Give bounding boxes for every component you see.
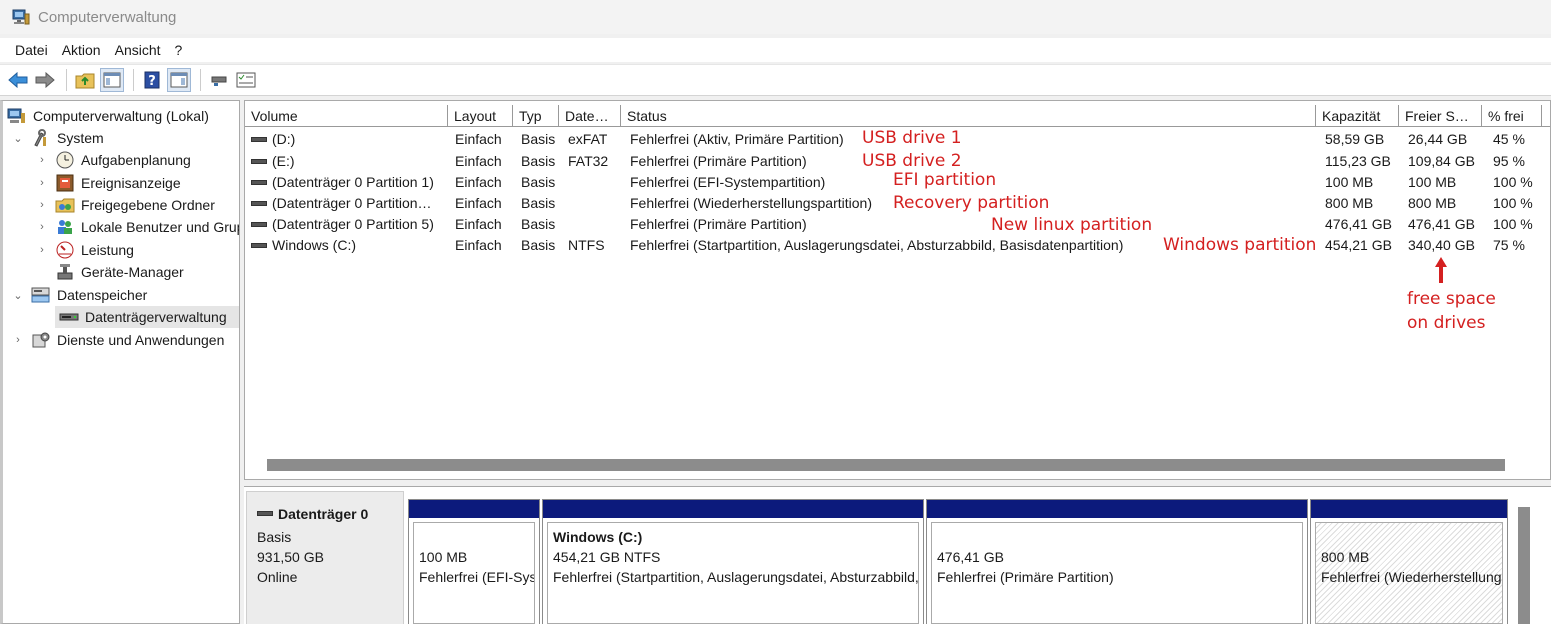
menu-ansicht[interactable]: Ansicht — [108, 42, 168, 58]
disk-state: Online — [257, 569, 298, 585]
chevron-right-icon[interactable]: › — [35, 154, 49, 166]
chevron-right-icon[interactable]: › — [35, 177, 49, 189]
toolbar: ? — [0, 64, 1551, 96]
computer-management-icon — [7, 107, 27, 125]
column-status[interactable]: Status — [621, 105, 1316, 127]
table-row[interactable]: Windows (C:) Einfach Basis NTFS Fehlerfr… — [245, 235, 1550, 256]
menu-help[interactable]: ? — [168, 42, 190, 58]
table-row[interactable]: (Datenträger 0 Partition 5) Einfach Basi… — [245, 214, 1550, 235]
device-manager-icon — [55, 263, 75, 281]
drive-icon — [251, 158, 267, 164]
disk-info-panel[interactable]: Datenträger 0 Basis 931,50 GB Online — [246, 491, 404, 624]
services-icon — [31, 331, 51, 349]
annotation-recovery-partition: Recovery partition — [893, 193, 1050, 213]
column-typ[interactable]: Typ — [513, 105, 559, 127]
annotation-free-space-line2: on drives — [1407, 313, 1486, 333]
shared-folder-icon — [55, 196, 75, 214]
disk-icon — [257, 510, 273, 516]
column-freier-speicher[interactable]: Freier S… — [1399, 105, 1482, 127]
annotation-windows-partition: Windows partition — [1163, 235, 1317, 255]
tree-item-aufgabenplanung[interactable]: › Aufgabenplanung — [35, 149, 191, 171]
computer-management-icon — [12, 9, 30, 25]
drive-icon — [251, 242, 267, 248]
tree-item-datentraegerverwaltung[interactable]: Datenträgerverwaltung — [55, 306, 239, 328]
disk-management-icon — [59, 308, 79, 326]
storage-icon — [31, 286, 51, 304]
tree-item-geraete-manager[interactable]: Geräte-Manager — [35, 261, 184, 283]
drive-icon — [251, 179, 267, 185]
annotation-free-space-line1: free space — [1407, 289, 1496, 309]
disk-type: Basis — [257, 529, 292, 545]
drive-icon — [251, 136, 267, 142]
chevron-down-icon[interactable]: ⌄ — [11, 132, 25, 145]
tree-item-system[interactable]: ⌄ System — [11, 127, 104, 149]
clock-icon — [55, 151, 75, 169]
partition-bar — [409, 500, 539, 518]
menu-aktion[interactable]: Aktion — [55, 42, 108, 58]
partition-efi[interactable]: 100 MB Fehlerfrei (EFI-Systempartition) — [408, 499, 540, 624]
column-prozent-frei[interactable]: % frei — [1482, 105, 1542, 127]
svg-text:?: ? — [148, 74, 156, 89]
column-layout[interactable]: Layout — [448, 105, 513, 127]
help-icon[interactable]: ? — [140, 68, 164, 92]
tree-item-freigegebene-ordner[interactable]: › Freigegebene Ordner — [35, 194, 215, 216]
annotation-linux-partition: New linux partition — [991, 215, 1153, 235]
chevron-right-icon[interactable]: › — [35, 244, 49, 256]
folder-up-icon[interactable] — [73, 68, 97, 92]
annotation-usb-drive-1: USB drive 1 — [862, 128, 962, 148]
tree-item-leistung[interactable]: › Leistung — [35, 239, 134, 261]
toolbar-separator — [200, 69, 201, 91]
system-tools-icon — [31, 129, 51, 147]
toolbar-separator — [66, 69, 67, 91]
chevron-right-icon[interactable]: › — [35, 199, 49, 211]
toolbar-separator — [133, 69, 134, 91]
vertical-scrollbar[interactable] — [1518, 507, 1530, 624]
action-pane-icon[interactable] — [167, 68, 191, 92]
tree-item-lokale-benutzer[interactable]: › Lokale Benutzer und Gruppen — [35, 216, 239, 238]
connect-icon[interactable] — [207, 68, 231, 92]
partition-bar — [1311, 500, 1507, 518]
users-icon — [55, 218, 75, 236]
back-arrow-icon[interactable] — [6, 68, 30, 92]
disk-name: Datenträger 0 — [278, 506, 369, 522]
performance-icon — [55, 241, 75, 259]
annotation-efi-partition: EFI partition — [893, 170, 997, 190]
arrow-up-icon — [1435, 257, 1447, 283]
navigation-tree: Computerverwaltung (Lokal) ⌄ System › Au… — [0, 100, 240, 624]
tree-item-dienste[interactable]: › Dienste und Anwendungen — [11, 329, 224, 351]
partition-recovery[interactable]: 800 MB Fehlerfrei (Wiederherstellungspar… — [1310, 499, 1508, 624]
properties-icon[interactable] — [234, 68, 258, 92]
partition-windows-c[interactable]: Windows (C:) 454,21 GB NTFS Fehlerfrei (… — [542, 499, 924, 624]
volume-list: Volume Layout Typ Date… Status Kapazität… — [244, 100, 1551, 480]
disk-size: 931,50 GB — [257, 549, 324, 565]
show-hide-tree-icon[interactable] — [100, 68, 124, 92]
tree-item-ereignisanzeige[interactable]: › Ereignisanzeige — [35, 172, 181, 194]
annotation-usb-drive-2: USB drive 2 — [862, 151, 962, 171]
disk-graphical-view: Datenträger 0 Basis 931,50 GB Online 100… — [244, 486, 1551, 624]
horizontal-scrollbar[interactable] — [267, 459, 1505, 471]
event-viewer-icon — [55, 174, 75, 192]
column-kapazitaet[interactable]: Kapazität — [1316, 105, 1399, 127]
menu-datei[interactable]: Datei — [8, 42, 55, 58]
column-volume[interactable]: Volume — [245, 105, 448, 127]
tree-item-computerverwaltung[interactable]: Computerverwaltung (Lokal) — [7, 105, 209, 127]
drive-icon — [251, 221, 267, 227]
chevron-right-icon[interactable]: › — [11, 334, 25, 346]
menu-bar: Datei Aktion Ansicht ? — [0, 38, 1551, 62]
tree-item-datenspeicher[interactable]: ⌄ Datenspeicher — [11, 284, 147, 306]
window-title: Computerverwaltung — [38, 8, 177, 26]
drive-icon — [251, 200, 267, 206]
partition-bar — [927, 500, 1307, 518]
title-bar: Computerverwaltung — [0, 0, 1551, 34]
column-header-row: Volume Layout Typ Date… Status Kapazität… — [245, 105, 1550, 127]
chevron-down-icon[interactable]: ⌄ — [11, 289, 25, 302]
column-dateisystem[interactable]: Date… — [559, 105, 621, 127]
partition-bar — [543, 500, 923, 518]
forward-arrow-icon[interactable] — [33, 68, 57, 92]
partition-5[interactable]: 476,41 GB Fehlerfrei (Primäre Partition) — [926, 499, 1308, 624]
chevron-right-icon[interactable]: › — [35, 221, 49, 233]
